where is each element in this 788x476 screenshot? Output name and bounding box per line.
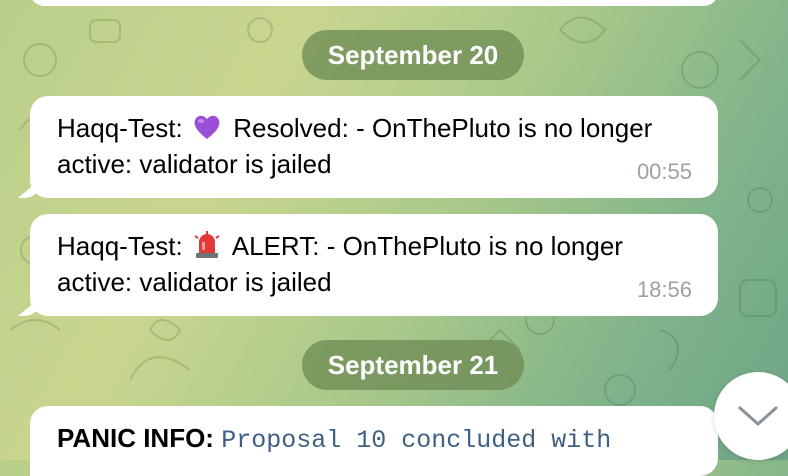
message-label: PANIC INFO: <box>57 423 214 453</box>
previous-message-bubble <box>30 0 718 6</box>
message-bubble[interactable]: PANIC INFO: Proposal 10 concluded with <box>30 406 718 476</box>
purple-heart-icon <box>192 112 222 142</box>
chevron-down-icon <box>738 406 778 426</box>
message-status: ALERT: <box>231 231 320 261</box>
message-timestamp: 18:56 <box>636 277 692 302</box>
message-status: Resolved: <box>233 113 349 143</box>
date-separator: September 20 <box>302 30 524 80</box>
message-bubble[interactable]: Haqq-Test: ALERT: - OnThePluto is no lon… <box>30 214 718 316</box>
message-sender: Haqq-Test: <box>57 231 183 261</box>
police-light-icon <box>192 230 222 260</box>
message-timestamp: 00:55 <box>636 159 692 184</box>
message-bubble[interactable]: Haqq-Test: Resolved: - OnThePluto is no … <box>30 96 718 198</box>
date-separator: September 21 <box>302 340 524 390</box>
message-code-text: Proposal 10 concluded with <box>221 426 612 455</box>
message-sender: Haqq-Test: <box>57 113 183 143</box>
